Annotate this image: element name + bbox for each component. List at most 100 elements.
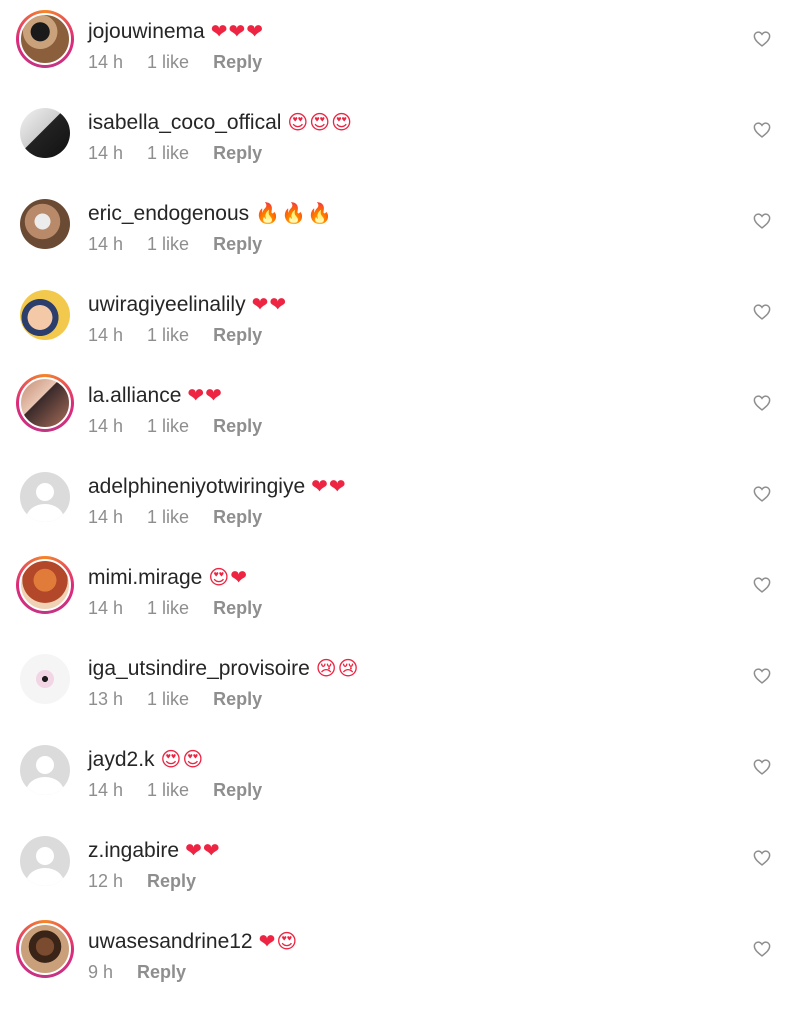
default-user-icon (20, 836, 70, 886)
comment-username-line: iga_utsindire_provisoire 😢😢 (88, 655, 360, 682)
comment-text: ❤❤ (187, 383, 223, 407)
avatar[interactable] (16, 556, 74, 614)
comment-time: 9 h (88, 962, 114, 982)
heart-outline-icon[interactable] (753, 759, 771, 775)
heart-outline-icon[interactable] (753, 486, 771, 502)
comment-text: 😢😢 (315, 656, 360, 680)
comment-likes[interactable]: 1 like (147, 415, 189, 437)
avatar[interactable] (20, 199, 70, 249)
comment-likes[interactable]: 1 like (147, 506, 189, 528)
comment-time: 13 h (88, 689, 124, 709)
comment-meta: 14 h 1 like Reply (88, 324, 286, 346)
heart-outline-icon[interactable] (753, 395, 771, 411)
avatar[interactable] (20, 654, 70, 704)
comment-time: 14 h (88, 598, 124, 618)
comment-item: uwasesandrine12 ❤😍 9 h Reply (0, 920, 800, 1015)
comment-item: jayd2.k 😍😍 14 h 1 like Reply (0, 742, 800, 833)
comment-username[interactable]: eric_endogenous (88, 202, 249, 225)
reply-button[interactable]: Reply (213, 415, 262, 437)
avatar[interactable] (20, 745, 70, 795)
reply-button[interactable]: Reply (213, 597, 262, 619)
heart-outline-icon[interactable] (753, 213, 771, 229)
comment-meta: 9 h Reply (88, 961, 210, 983)
heart-outline-icon[interactable] (753, 122, 771, 138)
comment-username-line: adelphineniyotwiringiye ❤❤ (88, 473, 347, 500)
comment-time: 14 h (88, 234, 124, 254)
comment-likes[interactable]: 1 like (147, 51, 189, 73)
comment-username[interactable]: uwiragiyeelinalily (88, 293, 246, 316)
avatar[interactable] (16, 10, 74, 68)
heart-outline-icon[interactable] (753, 668, 771, 684)
comment-meta: 14 h 1 like Reply (88, 506, 286, 528)
heart-outline-icon[interactable] (753, 850, 771, 866)
reply-button[interactable]: Reply (213, 142, 262, 164)
comment-username-line: z.ingabire ❤❤ (88, 837, 221, 864)
reply-button[interactable]: Reply (213, 506, 262, 528)
comment-username-line: eric_endogenous 🔥🔥🔥 (88, 200, 333, 227)
avatar[interactable] (16, 920, 74, 978)
comment-time: 14 h (88, 507, 124, 527)
heart-outline-icon[interactable] (753, 31, 771, 47)
comment-meta: 14 h 1 like Reply (88, 597, 286, 619)
reply-button[interactable]: Reply (213, 51, 262, 73)
comment-item: z.ingabire ❤❤ 12 h Reply (0, 833, 800, 924)
default-user-icon (20, 472, 70, 522)
comment-meta: 14 h 1 like Reply (88, 779, 286, 801)
reply-button[interactable]: Reply (213, 324, 262, 346)
avatar[interactable] (16, 374, 74, 432)
comment-likes[interactable]: 1 like (147, 142, 189, 164)
comment-username-line: la.alliance ❤❤ (88, 382, 223, 409)
comment-meta: 13 h 1 like Reply (88, 688, 286, 710)
reply-button[interactable]: Reply (147, 870, 196, 892)
comment-username[interactable]: uwasesandrine12 (88, 930, 253, 953)
avatar-image (20, 108, 70, 158)
comment-username-line: jayd2.k 😍😍 (88, 746, 204, 773)
comment-text: 🔥🔥🔥 (255, 201, 333, 225)
comment-username[interactable]: iga_utsindire_provisoire (88, 657, 310, 680)
comment-meta: 14 h 1 like Reply (88, 142, 286, 164)
comment-meta: 14 h 1 like Reply (88, 415, 286, 437)
comment-username[interactable]: z.ingabire (88, 839, 179, 862)
avatar-image (19, 559, 71, 611)
heart-outline-icon[interactable] (753, 941, 771, 957)
comment-username[interactable]: adelphineniyotwiringiye (88, 475, 305, 498)
reply-button[interactable]: Reply (213, 233, 262, 255)
comment-likes[interactable]: 1 like (147, 324, 189, 346)
comment-username[interactable]: jayd2.k (88, 748, 155, 771)
comment-text: ❤❤ (251, 292, 288, 316)
comment-username-line: uwasesandrine12 ❤😍 (88, 928, 298, 955)
comment-username[interactable]: mimi.mirage (88, 566, 202, 589)
comment-likes[interactable]: 1 like (147, 779, 189, 801)
comment-time: 14 h (88, 780, 124, 800)
avatar[interactable] (20, 836, 70, 886)
comment-likes[interactable]: 1 like (147, 688, 189, 710)
avatar-image (20, 290, 70, 340)
comment-text: ❤😍 (258, 929, 299, 953)
default-user-icon (20, 745, 70, 795)
comment-item: isabella_coco_offical 😍😍😍 14 h 1 like Reply (0, 105, 800, 196)
comment-likes[interactable]: 1 like (147, 597, 189, 619)
comment-username-line: jojouwinema ❤❤❤ (88, 18, 264, 45)
comment-meta: 12 h Reply (88, 870, 220, 892)
comment-text: ❤❤ (311, 474, 347, 498)
comment-text: ❤❤❤ (210, 19, 265, 43)
reply-button[interactable]: Reply (213, 688, 262, 710)
comment-text: 😍😍 (160, 747, 205, 771)
comments-list: jojouwinema ❤❤❤ 14 h 1 like Reply isabella_… (0, 0, 800, 982)
comment-username[interactable]: jojouwinema (88, 20, 205, 43)
comment-username[interactable]: isabella_coco_offical (88, 111, 281, 134)
heart-outline-icon[interactable] (753, 577, 771, 593)
comment-item: uwiragiyeelinalily ❤❤ 14 h 1 like Reply (0, 287, 800, 378)
comment-item: iga_utsindire_provisoire 😢😢 13 h 1 like Rep… (0, 651, 800, 742)
avatar[interactable] (20, 472, 70, 522)
comment-likes[interactable]: 1 like (147, 233, 189, 255)
comment-item: mimi.mirage 😍❤ 14 h 1 like Reply (0, 556, 800, 651)
heart-outline-icon[interactable] (753, 304, 771, 320)
comment-time: 14 h (88, 416, 124, 436)
reply-button[interactable]: Reply (213, 779, 262, 801)
avatar-image (20, 199, 70, 249)
comment-username[interactable]: la.alliance (88, 384, 181, 407)
avatar[interactable] (20, 290, 70, 340)
reply-button[interactable]: Reply (137, 961, 186, 983)
avatar[interactable] (20, 108, 70, 158)
